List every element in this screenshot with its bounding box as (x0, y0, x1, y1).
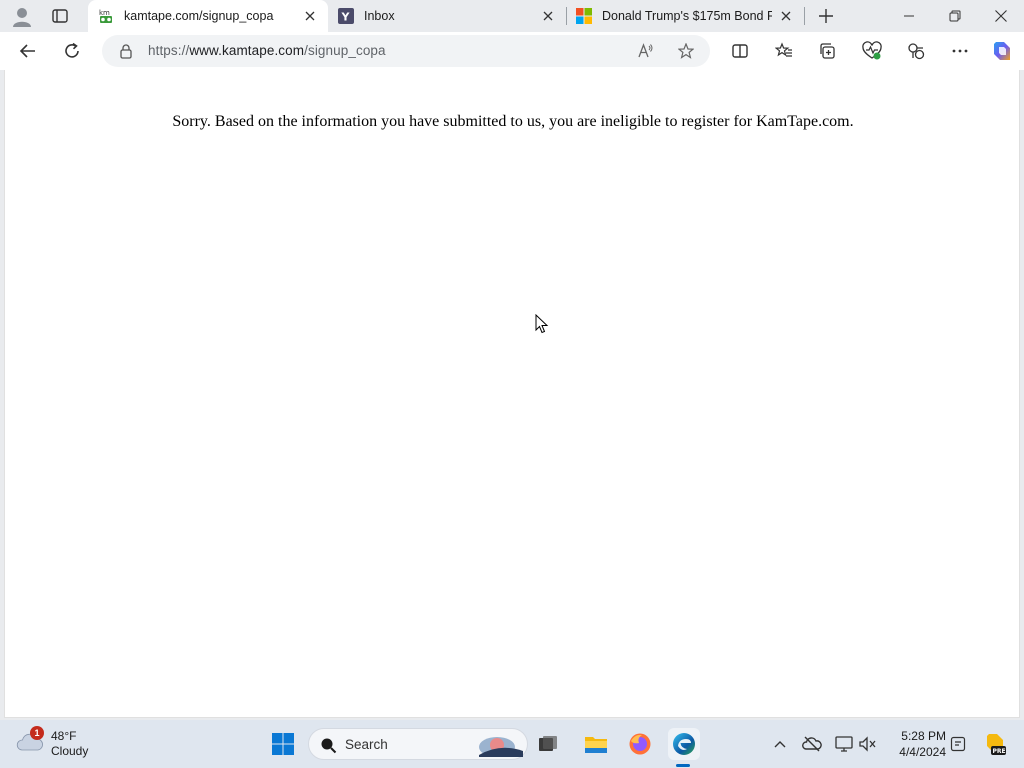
refresh-icon[interactable] (60, 39, 84, 63)
taskbar-search[interactable]: Search (308, 728, 528, 760)
weather-condition: Cloudy (51, 744, 89, 758)
weather-widget[interactable]: 1 48°F Cloudy (16, 726, 126, 762)
yahoo-favicon: Y (338, 8, 354, 24)
close-icon[interactable] (540, 8, 556, 24)
url-path: /signup_copa (304, 43, 386, 58)
minimize-icon[interactable] (886, 0, 932, 32)
display-icon[interactable] (834, 734, 854, 754)
tab-news[interactable]: Donald Trump's $175m Bond Rej (566, 0, 804, 32)
tab-title: Inbox (364, 9, 395, 23)
weather-temperature: 48°F (51, 729, 77, 743)
firefox-icon[interactable] (624, 728, 656, 760)
active-app-indicator (676, 764, 690, 767)
system-clock[interactable]: 5:28 PM 4/4/2024 (886, 728, 946, 760)
profile-icon[interactable] (10, 5, 34, 29)
favorites-icon[interactable] (772, 39, 796, 63)
url-host: www.kamtape.com (189, 43, 305, 58)
file-explorer-icon[interactable] (580, 728, 612, 760)
edge-icon[interactable] (668, 728, 700, 760)
copilot-preview-icon[interactable]: PRE (982, 732, 1006, 756)
restore-icon[interactable] (932, 0, 978, 32)
taskbar: 1 48°F Cloudy Search 5:28 PM 4/4/2024 PR… (0, 720, 1024, 768)
onedrive-icon[interactable] (802, 734, 822, 754)
favorite-star-icon[interactable] (677, 42, 695, 59)
page-content: Sorry. Based on the information you have… (4, 70, 1020, 718)
read-aloud-icon[interactable] (638, 43, 654, 59)
copilot-icon[interactable] (990, 39, 1014, 63)
search-icon (319, 736, 337, 754)
close-icon[interactable] (778, 8, 794, 24)
clock-date: 4/4/2024 (899, 745, 946, 759)
volume-muted-icon[interactable] (858, 734, 878, 754)
svg-text:Y: Y (341, 11, 351, 24)
windows-start-icon[interactable] (267, 728, 299, 760)
url-text: https://www.kamtape.com/signup_copa (148, 43, 386, 58)
mouse-cursor-icon (535, 313, 549, 334)
ineligible-message: Sorry. Based on the information you have… (172, 113, 854, 130)
svg-text:km: km (99, 9, 110, 17)
clock-time: 5:28 PM (901, 729, 946, 743)
more-icon[interactable] (948, 39, 972, 63)
tab-actions-icon[interactable] (50, 6, 70, 26)
close-window-icon[interactable] (978, 0, 1024, 32)
notifications-icon[interactable] (948, 734, 968, 754)
address-bar[interactable]: https://www.kamtape.com/signup_copa (102, 35, 710, 67)
tab-title: Donald Trump's $175m Bond Rej (602, 9, 772, 23)
search-highlight-image (475, 733, 525, 757)
svg-text:PRE: PRE (993, 748, 1006, 755)
tab-kamtape[interactable]: km kamtape.com/signup_copa (88, 0, 328, 32)
search-placeholder: Search (345, 737, 388, 752)
plus-icon[interactable] (816, 6, 836, 26)
tab-strip: km kamtape.com/signup_copa Y Inbox Donal… (0, 0, 1024, 32)
back-icon[interactable] (16, 39, 40, 63)
close-icon[interactable] (302, 8, 318, 24)
tab-separator (804, 7, 805, 25)
collections-icon[interactable] (816, 39, 840, 63)
browser-essentials-icon[interactable] (860, 39, 884, 63)
url-scheme: https:// (148, 43, 190, 58)
task-view-icon[interactable] (532, 728, 564, 760)
tab-inbox[interactable]: Y Inbox (328, 0, 566, 32)
chevron-up-icon[interactable] (770, 734, 790, 754)
browser-toolbar: https://www.kamtape.com/signup_copa (0, 32, 1024, 70)
microsoft-favicon (576, 8, 592, 24)
tab-title: kamtape.com/signup_copa (124, 9, 274, 23)
extensions-icon[interactable] (904, 39, 928, 63)
kamtape-favicon: km (98, 8, 114, 24)
split-screen-icon[interactable] (728, 39, 752, 63)
notification-badge: 1 (30, 726, 44, 740)
lock-icon[interactable] (118, 43, 134, 59)
